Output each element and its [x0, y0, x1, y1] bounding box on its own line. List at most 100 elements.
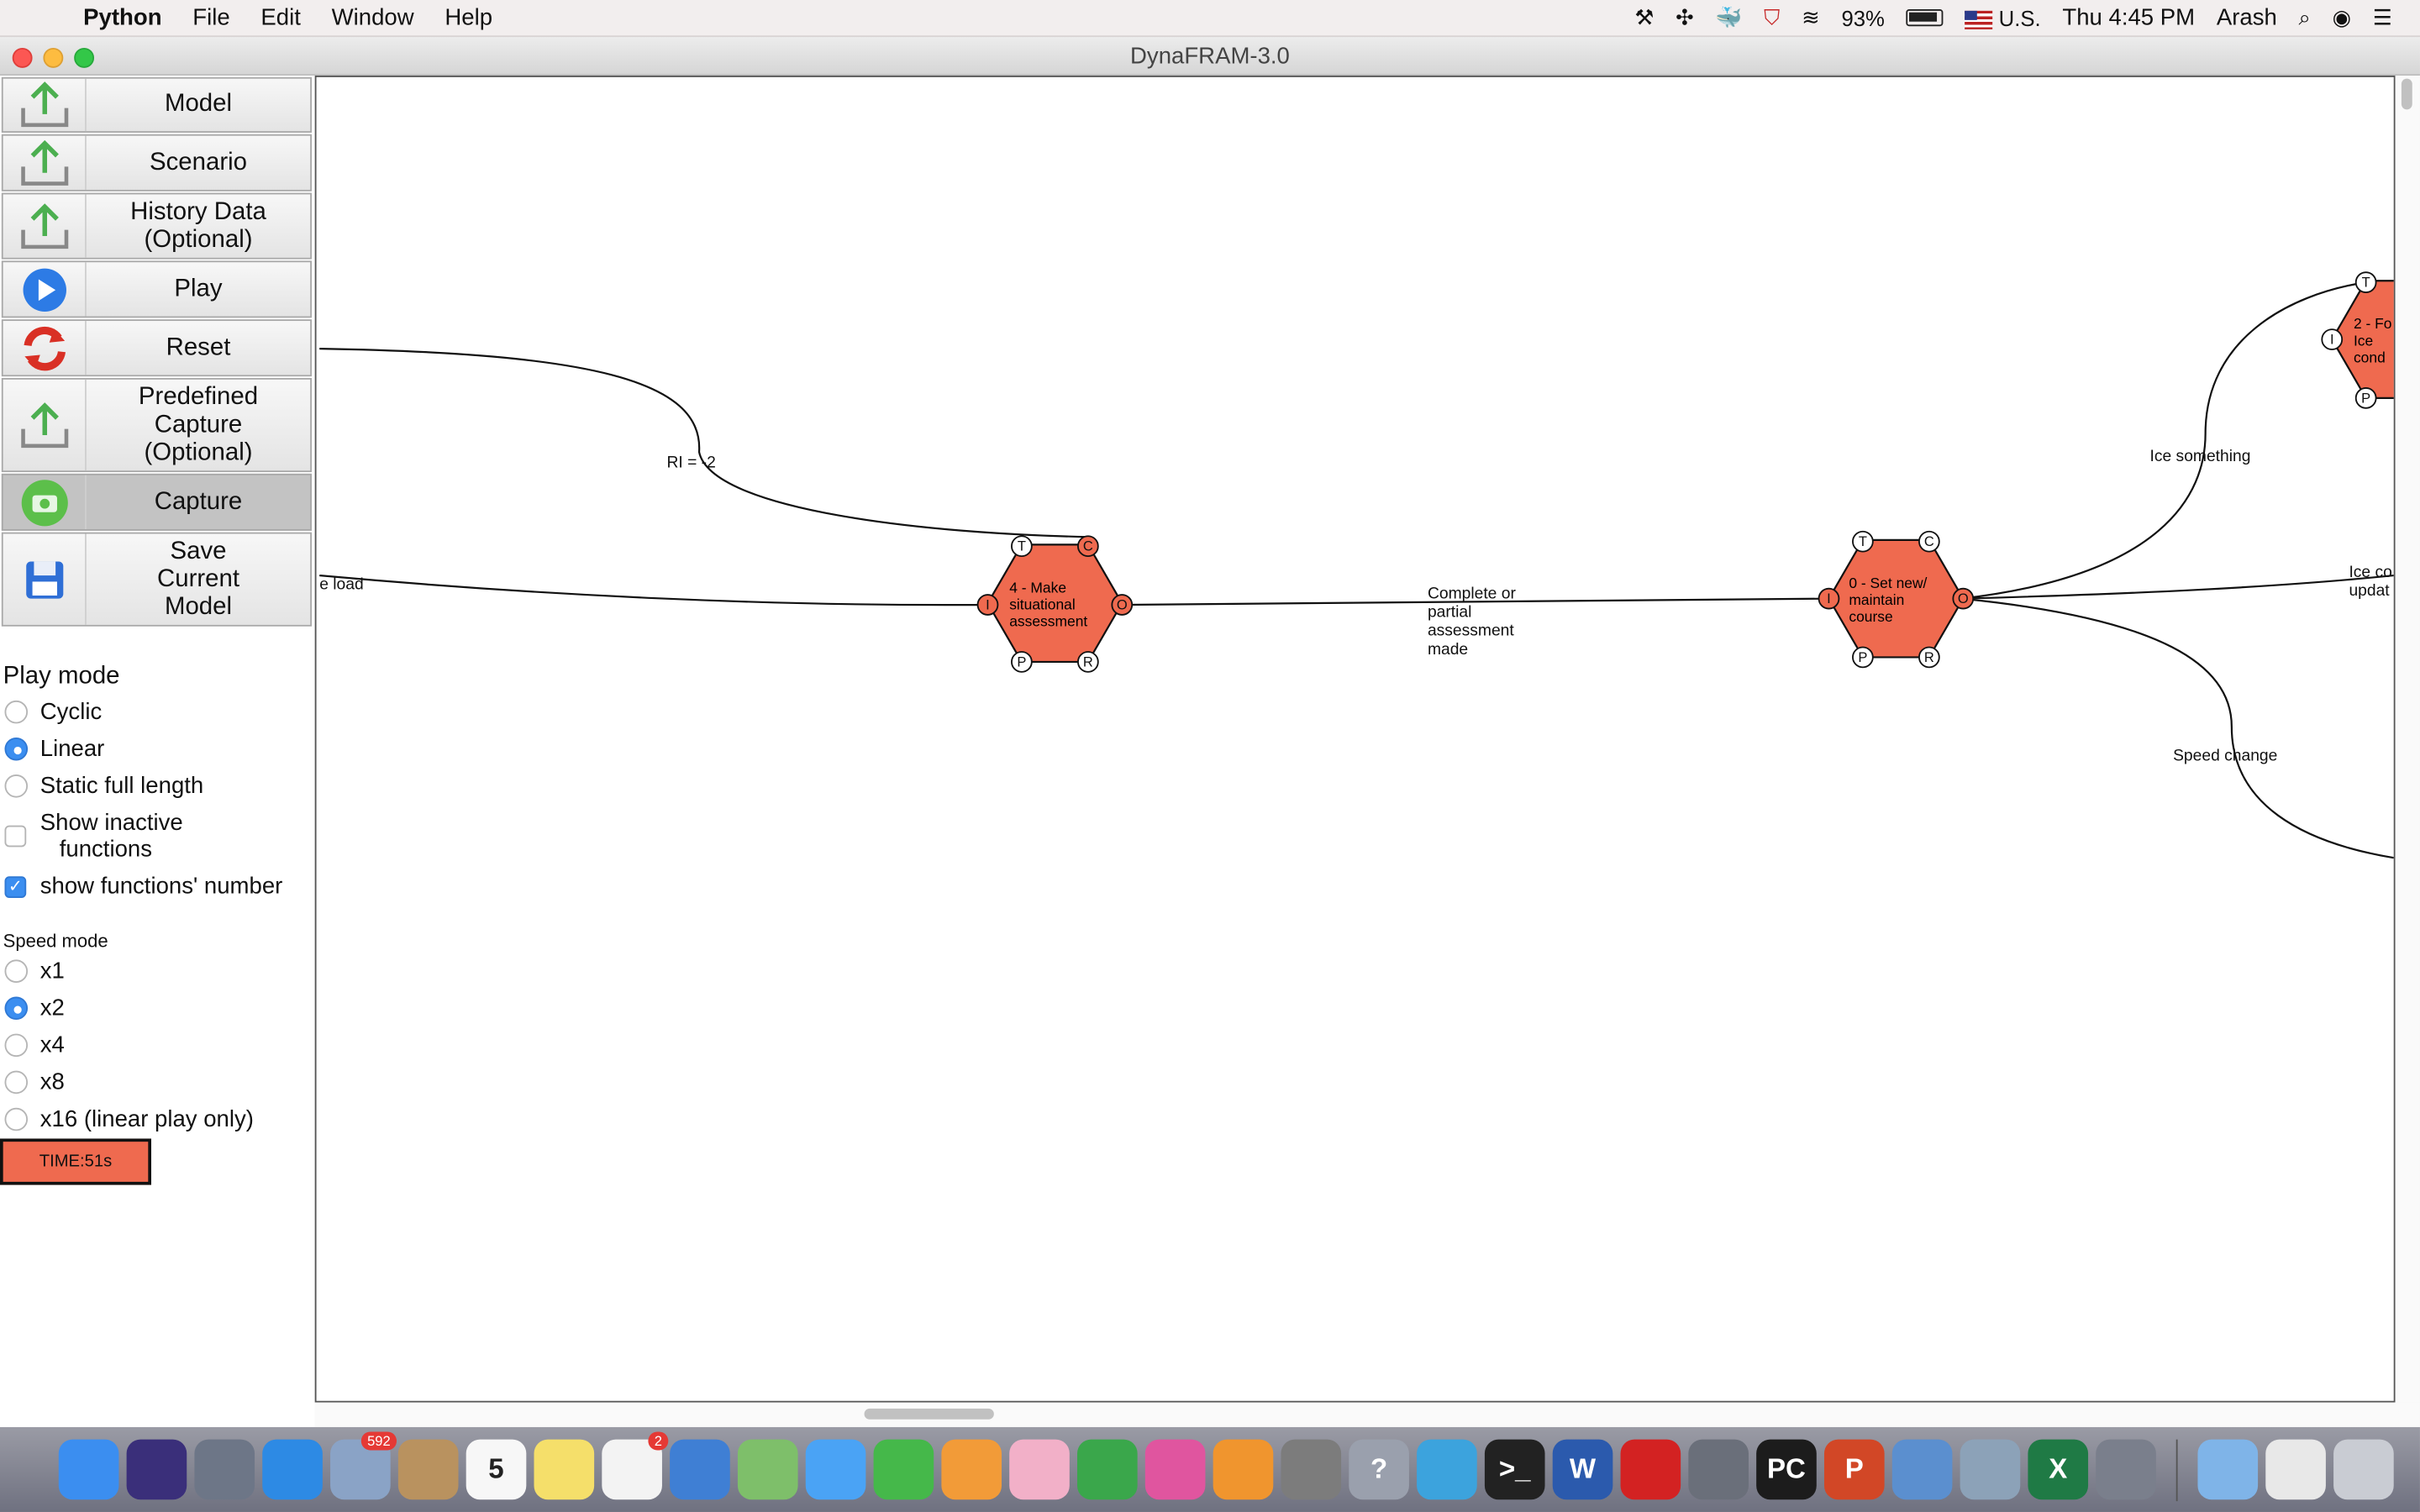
keynote-icon[interactable] [670, 1439, 730, 1500]
terminal-icon[interactable]: >_ [1484, 1439, 1545, 1500]
help-menu[interactable]: Help [429, 5, 508, 31]
pages-icon[interactable] [941, 1439, 1002, 1500]
predefined-capture-button[interactable]: Predefined Capture (Optional) [1, 377, 313, 473]
system-preferences-icon[interactable] [1281, 1439, 1342, 1500]
documents-icon[interactable] [2265, 1439, 2326, 1500]
upload-icon [3, 194, 87, 258]
radio-button[interactable] [4, 774, 29, 798]
downloads-folder-icon[interactable] [2197, 1439, 2259, 1500]
excel-icon[interactable]: X [2028, 1439, 2089, 1500]
file-menu[interactable]: File [177, 5, 245, 31]
play-mode-cyclic-option[interactable]: Cyclic [4, 699, 103, 726]
aspect-letter: R [1083, 654, 1093, 669]
function-2-ice-conditions[interactable]: 2 - Fo Ice cond T I P [2321, 271, 2395, 409]
speed-x4-option[interactable]: x4 [4, 1032, 65, 1058]
spotlight-search-icon[interactable]: ⌕ [2299, 5, 2311, 31]
play-button[interactable]: Play [1, 260, 313, 318]
option-label: x4 [39, 1032, 65, 1058]
word-icon[interactable]: W [1552, 1439, 1613, 1500]
trash-icon[interactable] [2333, 1439, 2394, 1500]
numbers-icon[interactable] [1077, 1439, 1138, 1500]
utilities-icon[interactable] [1688, 1439, 1749, 1500]
save-current-model-button[interactable]: Save Current Model [1, 532, 313, 627]
shield-icon[interactable]: ⛉ [1764, 5, 1780, 31]
reminders-icon[interactable]: 2 [602, 1431, 669, 1500]
preview-icon[interactable] [1891, 1439, 1953, 1500]
radio-button-selected[interactable] [4, 737, 29, 761]
radio-button[interactable] [4, 1107, 29, 1131]
image-capture-icon[interactable] [1960, 1439, 2021, 1500]
menu-bar: Python File Edit Window Help ⚒ ✣ 🐳 ⛉ ≋ 9… [0, 0, 2420, 38]
books-icon[interactable] [1213, 1439, 1274, 1500]
show-inactive-functions-checkbox[interactable]: Show inactive functions [4, 810, 183, 863]
facetime-icon[interactable] [873, 1439, 934, 1500]
contacts-icon[interactable] [397, 1439, 459, 1500]
radio-button[interactable] [4, 959, 29, 983]
hammer-icon[interactable]: ⚒ [1634, 5, 1654, 31]
option-label: show functions' number [39, 873, 283, 900]
notification-center-icon[interactable]: ☰ [2373, 5, 2392, 31]
radio-button[interactable] [4, 700, 29, 724]
window-menu[interactable]: Window [316, 5, 429, 31]
photos-icon[interactable] [1009, 1439, 1070, 1500]
horizontal-scrollbar[interactable] [314, 1402, 2420, 1427]
speed-x8-option[interactable]: x8 [4, 1069, 65, 1095]
load-history-data-button[interactable]: History Data (Optional) [1, 192, 313, 260]
battery-icon[interactable] [1906, 9, 1944, 27]
docker-icon[interactable]: 🐳 [1715, 5, 1742, 31]
fram-diagram-canvas[interactable]: 4 - Make situational assessment T C I O … [314, 75, 2396, 1403]
siri-icon[interactable]: ◉ [2333, 5, 2351, 31]
speed-x1-option[interactable]: x1 [4, 958, 65, 984]
checkbox[interactable] [4, 825, 27, 848]
siri-icon[interactable] [126, 1439, 187, 1500]
vertical-scrollbar[interactable] [2395, 75, 2420, 1403]
wifi-icon[interactable]: ≋ [1802, 5, 1820, 31]
dropbox-icon[interactable]: ✣ [1676, 5, 1694, 31]
mail-icon[interactable]: 592 [330, 1431, 397, 1500]
itunes-icon[interactable] [1144, 1439, 1206, 1500]
safari-icon[interactable] [262, 1439, 323, 1500]
dock: 592 5 2? >_ W PC P X [0, 1426, 2420, 1512]
option-label: Cyclic [39, 699, 103, 726]
edit-menu[interactable]: Edit [245, 5, 316, 31]
launchpad-icon[interactable] [194, 1439, 255, 1500]
messages-icon[interactable] [805, 1439, 866, 1500]
notes-icon[interactable] [534, 1439, 595, 1500]
pycharm-icon[interactable]: PC [1756, 1439, 1817, 1500]
radio-button-selected[interactable] [4, 996, 29, 1021]
finder-icon[interactable] [58, 1439, 119, 1500]
help-icon[interactable]: ? [1349, 1439, 1409, 1500]
function-0-set-new-maintain-course[interactable]: 0 - Set new/ maintain course T C I O P R [1818, 530, 1975, 669]
rocket-icon[interactable] [2096, 1439, 2156, 1500]
load-model-button[interactable]: Model [1, 76, 313, 133]
radio-button[interactable] [4, 1033, 29, 1058]
capture-button[interactable]: Capture [1, 473, 313, 531]
scroll-thumb[interactable] [2401, 78, 2412, 110]
speed-x2-option[interactable]: x2 [4, 995, 65, 1021]
maps-icon[interactable] [737, 1439, 798, 1500]
powerpoint-icon[interactable]: P [1823, 1439, 1885, 1500]
acrobat-icon[interactable] [1620, 1439, 1681, 1500]
play-mode-linear-option[interactable]: Linear [4, 736, 104, 762]
link-label-line: Ice co [2349, 564, 2391, 581]
input-source[interactable]: U.S. [1965, 5, 2041, 30]
clock[interactable]: Thu 4:45 PM [2062, 5, 2195, 31]
user-name[interactable]: Arash [2217, 5, 2277, 31]
radio-button[interactable] [4, 1070, 29, 1095]
close-window-button[interactable] [12, 47, 33, 68]
show-functions-number-checkbox[interactable]: ✓ show functions' number [4, 873, 283, 900]
reset-button[interactable]: Reset [1, 319, 313, 377]
maximize-window-button[interactable] [74, 47, 95, 68]
calendar-icon[interactable]: 5 [466, 1439, 527, 1500]
dock-separator [2175, 1438, 2178, 1501]
function-4-make-situational-assessment[interactable]: 4 - Make situational assessment T C I O … [976, 535, 1134, 673]
load-scenario-button[interactable]: Scenario [1, 134, 313, 192]
minimize-window-button[interactable] [43, 47, 64, 68]
telegram-icon[interactable] [1417, 1439, 1477, 1500]
scroll-thumb[interactable] [864, 1408, 994, 1420]
app-menu[interactable]: Python [68, 5, 177, 31]
play-mode-static-option[interactable]: Static full length [4, 773, 203, 799]
upload-icon [3, 379, 87, 471]
checkbox-checked[interactable]: ✓ [4, 875, 27, 898]
speed-x16-option[interactable]: x16 (linear play only) [4, 1106, 254, 1132]
